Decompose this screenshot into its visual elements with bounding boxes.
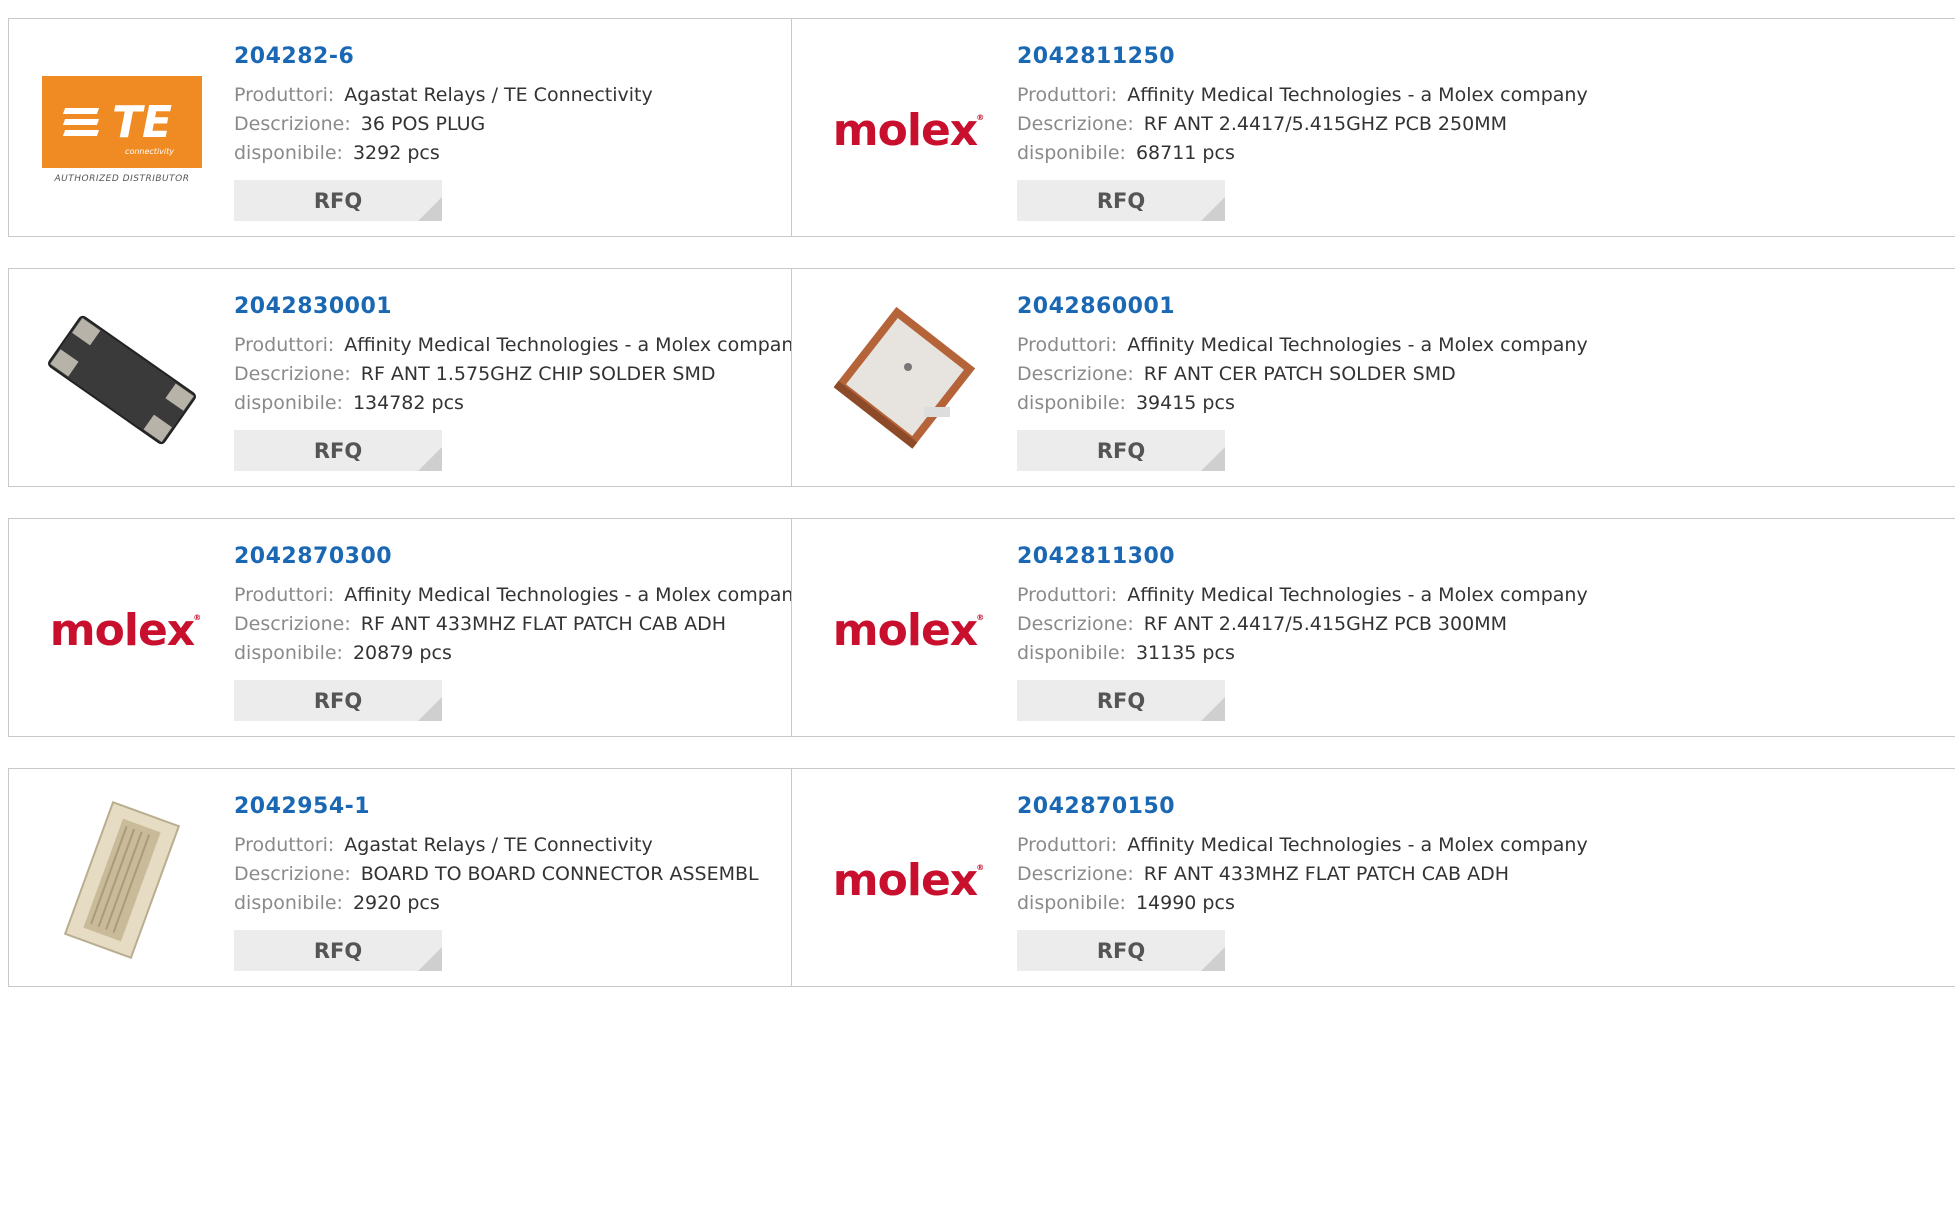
part-number-link[interactable]: 2042860001 <box>1017 294 1588 319</box>
part-number-link[interactable]: 2042830001 <box>234 294 805 319</box>
manufacturer-value: Affinity Medical Technologies - a Molex … <box>1127 334 1588 356</box>
rfq-button[interactable]: RFQ <box>234 680 442 721</box>
description-label: Descrizione: <box>234 363 351 385</box>
chip-antenna-image[interactable] <box>41 299 203 461</box>
available-value: 14990 pcs <box>1135 892 1235 914</box>
product-card: molex ® 2042870150 Produttori: Affinity Me… <box>791 768 1955 987</box>
description-value: BOARD TO BOARD CONNECTOR ASSEMBL <box>360 863 759 885</box>
product-row: molex ® 2042870300 Produttori: Affinity Me… <box>8 518 1955 737</box>
product-card: molex ® 2042811300 Produttori: Affinity Me… <box>791 518 1955 737</box>
product-card: 2042830001 Produttori: Affinity Medical T… <box>8 268 805 487</box>
manufacturer-value: Affinity Medical Technologies - a Molex … <box>1127 834 1588 856</box>
description-value: 36 POS PLUG <box>360 113 486 135</box>
rfq-button[interactable]: RFQ <box>1017 930 1225 971</box>
manufacturer-label: Produttori: <box>1017 834 1118 856</box>
manufacturer-label: Produttori: <box>234 584 335 606</box>
molex-logo[interactable]: molex ® <box>41 549 203 711</box>
product-card: molex ® 2042811250 Produttori: Affinity Me… <box>791 18 1955 237</box>
product-row: 2042954-1 Produttori: Agastat Relays / TE… <box>8 768 1955 987</box>
product-grid: TE connectivity AUTHORIZED DISTRIBUTOR 2… <box>0 0 1955 1205</box>
available-value: 3292 pcs <box>352 142 440 164</box>
rfq-button[interactable]: RFQ <box>1017 430 1225 471</box>
available-label: disponibile: <box>1017 142 1126 164</box>
rfq-button[interactable]: RFQ <box>1017 180 1225 221</box>
part-number-link[interactable]: 2042870300 <box>234 544 805 569</box>
manufacturer-label: Produttori: <box>1017 84 1118 106</box>
molex-logo[interactable]: molex ® <box>824 49 986 211</box>
connector-image[interactable] <box>41 799 203 961</box>
description-value: RF ANT 2.4417/5.415GHZ PCB 300MM <box>1143 613 1507 635</box>
product-row: TE connectivity AUTHORIZED DISTRIBUTOR 2… <box>8 18 1955 237</box>
product-card: molex ® 2042870300 Produttori: Affinity Me… <box>8 518 805 737</box>
description-label: Descrizione: <box>1017 113 1134 135</box>
te-connectivity-logo[interactable]: TE connectivity AUTHORIZED DISTRIBUTOR <box>41 49 203 211</box>
description-label: Descrizione: <box>1017 363 1134 385</box>
rfq-button[interactable]: RFQ <box>234 930 442 971</box>
manufacturer-value: Affinity Medical Technologies - a Molex … <box>344 334 805 356</box>
description-value: RF ANT CER PATCH SOLDER SMD <box>1143 363 1456 385</box>
authorized-distributor-label: AUTHORIZED DISTRIBUTOR <box>54 174 190 184</box>
description-value: RF ANT 433MHZ FLAT PATCH CAB ADH <box>360 613 727 635</box>
description-label: Descrizione: <box>234 113 351 135</box>
manufacturer-label: Produttori: <box>1017 334 1118 356</box>
manufacturer-value: Affinity Medical Technologies - a Molex … <box>1127 584 1588 606</box>
product-card: 2042954-1 Produttori: Agastat Relays / TE… <box>8 768 792 987</box>
part-number-link[interactable]: 2042811250 <box>1017 44 1588 69</box>
rfq-button[interactable]: RFQ <box>1017 680 1225 721</box>
available-value: 39415 pcs <box>1135 392 1235 414</box>
description-label: Descrizione: <box>234 613 351 635</box>
description-label: Descrizione: <box>1017 863 1134 885</box>
available-label: disponibile: <box>1017 392 1126 414</box>
description-label: Descrizione: <box>1017 613 1134 635</box>
manufacturer-label: Produttori: <box>234 334 335 356</box>
manufacturer-value: Agastat Relays / TE Connectivity <box>344 834 653 856</box>
manufacturer-label: Produttori: <box>234 834 335 856</box>
rfq-button[interactable]: RFQ <box>234 180 442 221</box>
available-value: 68711 pcs <box>1135 142 1235 164</box>
rfq-button[interactable]: RFQ <box>234 430 442 471</box>
available-value: 2920 pcs <box>352 892 440 914</box>
description-value: RF ANT 433MHZ FLAT PATCH CAB ADH <box>1143 863 1510 885</box>
description-value: RF ANT 1.575GHZ CHIP SOLDER SMD <box>360 363 716 385</box>
patch-antenna-image[interactable] <box>824 299 986 461</box>
manufacturer-label: Produttori: <box>234 84 335 106</box>
manufacturer-value: Agastat Relays / TE Connectivity <box>344 84 653 106</box>
available-label: disponibile: <box>234 392 343 414</box>
available-value: 134782 pcs <box>352 392 464 414</box>
part-number-link[interactable]: 204282-6 <box>234 44 653 69</box>
part-number-link[interactable]: 2042954-1 <box>234 794 759 819</box>
available-label: disponibile: <box>234 642 343 664</box>
part-number-link[interactable]: 2042870150 <box>1017 794 1588 819</box>
product-card: TE connectivity AUTHORIZED DISTRIBUTOR 2… <box>8 18 792 237</box>
available-label: disponibile: <box>234 892 343 914</box>
molex-logo[interactable]: molex ® <box>824 799 986 961</box>
manufacturer-value: Affinity Medical Technologies - a Molex … <box>344 584 805 606</box>
description-value: RF ANT 2.4417/5.415GHZ PCB 250MM <box>1143 113 1507 135</box>
part-number-link[interactable]: 2042811300 <box>1017 544 1588 569</box>
available-label: disponibile: <box>1017 642 1126 664</box>
manufacturer-value: Affinity Medical Technologies - a Molex … <box>1127 84 1588 106</box>
product-row: 2042830001 Produttori: Affinity Medical T… <box>8 268 1955 487</box>
available-label: disponibile: <box>1017 892 1126 914</box>
manufacturer-label: Produttori: <box>1017 584 1118 606</box>
available-value: 20879 pcs <box>352 642 452 664</box>
molex-logo[interactable]: molex ® <box>824 549 986 711</box>
available-label: disponibile: <box>234 142 343 164</box>
product-card: 2042860001 Produttori: Affinity Medical T… <box>791 268 1955 487</box>
available-value: 31135 pcs <box>1135 642 1235 664</box>
description-label: Descrizione: <box>234 863 351 885</box>
